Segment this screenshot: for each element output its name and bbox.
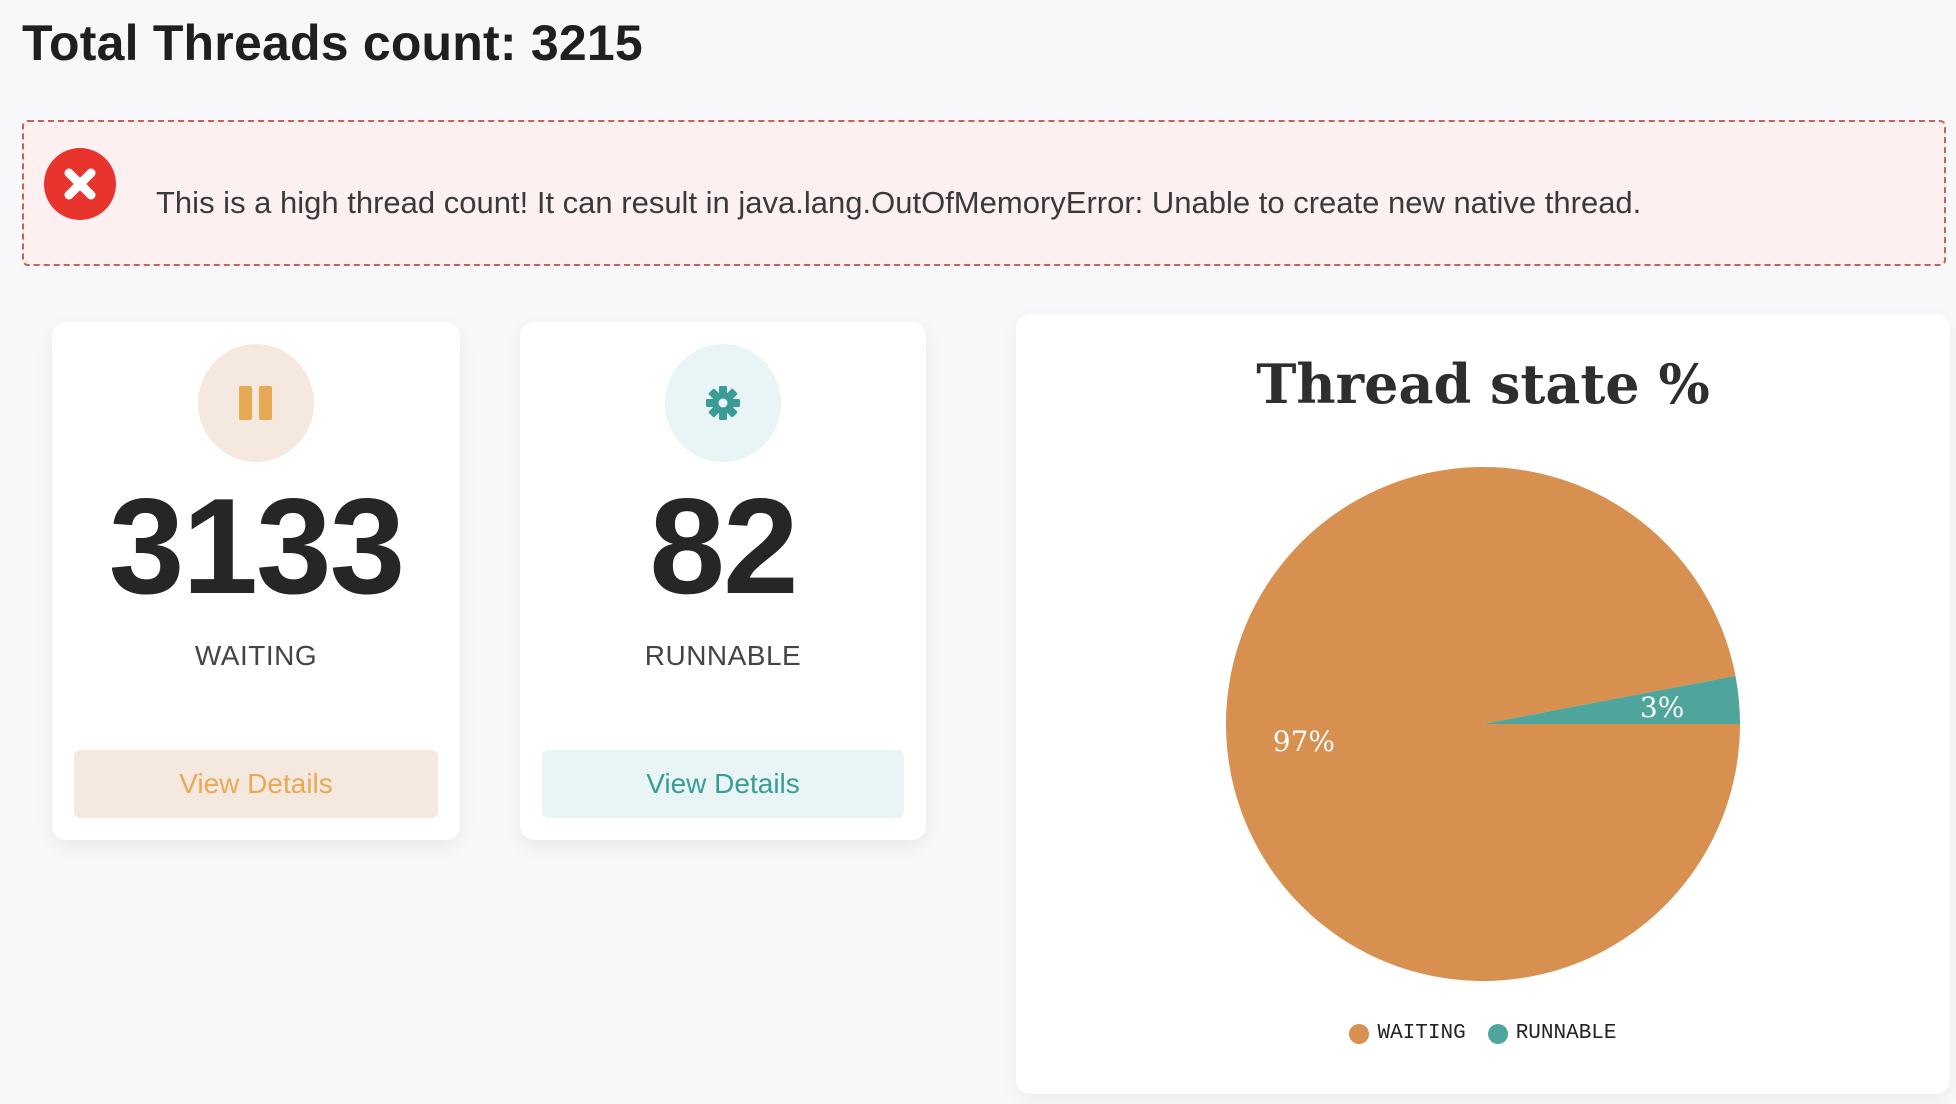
thread-state-chart-card: Thread state % 97% 3% WAITING RUNNABLE xyxy=(1016,314,1950,1094)
alert-message: This is a high thread count! It can resu… xyxy=(156,185,1642,220)
waiting-label: WAITING xyxy=(194,640,318,671)
runnable-label: RUNNABLE xyxy=(644,640,802,671)
runnable-view-details-button[interactable]: View Details xyxy=(542,750,904,818)
pie-label-waiting: 97% xyxy=(1273,725,1335,758)
error-x-icon xyxy=(44,148,116,220)
waiting-card: 3133 WAITING View Details xyxy=(52,322,460,840)
pie-chart: 97% 3% xyxy=(1226,467,1740,982)
legend-swatch-runnable xyxy=(1487,1023,1508,1044)
legend-label-waiting: WAITING xyxy=(1377,1022,1466,1045)
chart-legend: WAITING RUNNABLE xyxy=(1016,1022,1950,1045)
legend-item-waiting[interactable]: WAITING xyxy=(1349,1022,1466,1045)
pause-icon xyxy=(198,344,314,462)
page-title: Total Threads count: 3215 xyxy=(22,15,643,71)
legend-label-runnable: RUNNABLE xyxy=(1515,1022,1617,1045)
pie-label-runnable: 3% xyxy=(1640,691,1684,724)
waiting-view-details-button[interactable]: View Details xyxy=(74,750,438,818)
legend-item-runnable[interactable]: RUNNABLE xyxy=(1487,1022,1617,1045)
runnable-count: 82 xyxy=(649,470,798,622)
waiting-count: 3133 xyxy=(108,470,406,622)
legend-swatch-waiting xyxy=(1349,1023,1370,1044)
alert-banner: This is a high thread count! It can resu… xyxy=(22,120,1946,266)
page: Total Threads count: 3215 This is a high… xyxy=(0,0,1956,1104)
runnable-card: 82 RUNNABLE View Details xyxy=(520,322,926,840)
gear-icon xyxy=(665,344,781,462)
